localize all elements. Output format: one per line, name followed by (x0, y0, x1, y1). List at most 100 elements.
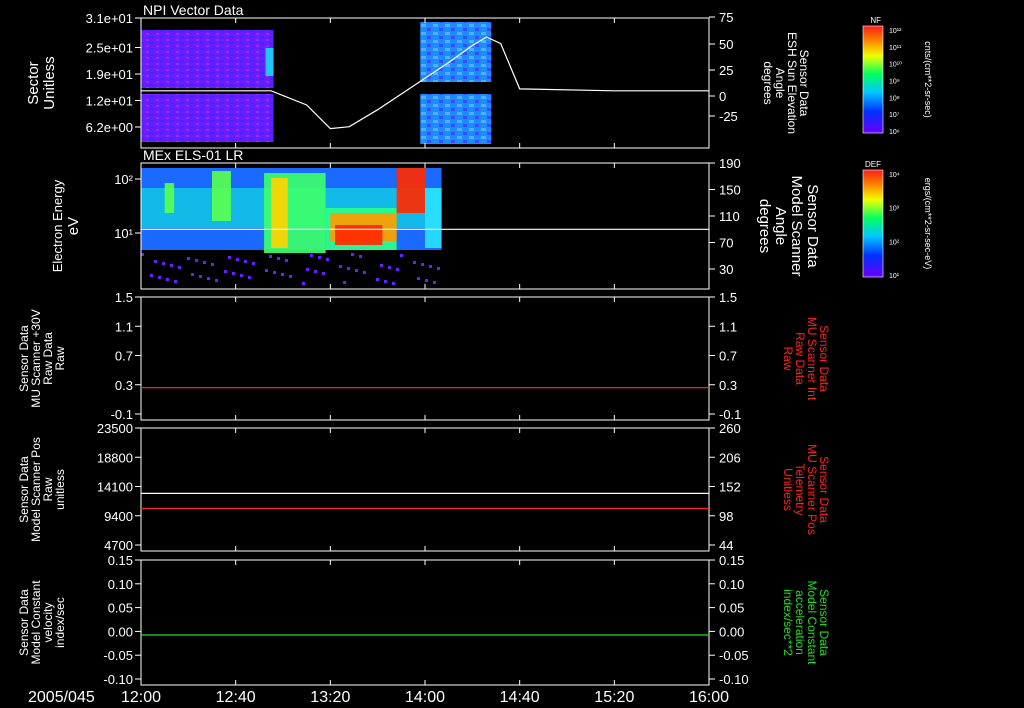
right-tick-label: 206 (719, 450, 741, 465)
right-tick-label: 30 (719, 262, 733, 277)
spectrogram-dot (413, 261, 416, 264)
spectrogram-dot (310, 254, 313, 257)
left-tick-label: 6.2e+00 (86, 120, 133, 135)
colorbar-tick-label: 10⁹ (889, 79, 900, 86)
spectrogram-dot (302, 282, 305, 285)
spectrogram-dot (269, 255, 272, 258)
plot-frame (140, 296, 710, 421)
spectrogram-dot (380, 264, 383, 267)
time-tick-label: 12:00 (121, 689, 161, 706)
spectrogram-dot (322, 272, 325, 275)
right-axis-label: Sensor Data (804, 184, 821, 268)
left-tick-label: 23500 (97, 421, 133, 436)
spectrogram-dot (376, 278, 379, 281)
data-block (420, 22, 492, 82)
right-axis-label: Angle (772, 207, 789, 245)
right-tick-label: 75 (719, 10, 733, 25)
spectrogram-dot (199, 275, 202, 278)
plot-stage: 3.1e+01 2.5e+01 1.9e+01 1.2e+01 6.2e+00 75 50 2… (17, 2, 933, 706)
left-tick-label: 0.15 (108, 553, 133, 568)
spectrogram-dot (240, 274, 243, 277)
spectrogram-dot (195, 259, 198, 262)
spectrogram-dot (178, 266, 181, 269)
time-tick-label: 13:20 (310, 689, 350, 706)
left-tick-label: 1.9e+01 (86, 67, 133, 82)
panel-4: 235001880014100940047002602061529844Sens… (17, 421, 831, 553)
right-axis-label: degrees (756, 199, 773, 253)
spectrogram-dot (203, 261, 206, 264)
spectrogram-dot (318, 256, 321, 259)
spectrogram-dot (154, 260, 157, 263)
spectrogram-dot (437, 267, 440, 270)
left-tick-label: 1.1 (115, 319, 133, 334)
colorbar-tick-label: 10⁷ (889, 112, 900, 119)
right-tick-label: 25 (719, 63, 733, 78)
data-gap (420, 82, 492, 94)
spectrogram-dot (244, 260, 247, 263)
right-tick-label: 98 (719, 509, 733, 524)
data-block (141, 30, 274, 88)
right-tick-label: 44 (719, 538, 733, 553)
data-block (141, 94, 274, 142)
right-tick-label: 0 (719, 89, 726, 104)
left-tick-label: 1.5 (115, 290, 133, 305)
spectrogram-dot (355, 269, 358, 272)
colorbar-nf: NF 10¹² 10¹¹ 10¹⁰ 10⁹ 10⁸ 10⁷ 10⁶ cnts/(cm**2-sr… (862, 16, 933, 136)
spectrogram-dot (433, 281, 436, 284)
colorbar-label: NF (870, 16, 881, 25)
left-tick-label: 3.1e+01 (86, 11, 133, 26)
spectrogram-dot (211, 263, 214, 266)
spectrogram-patch (164, 183, 175, 213)
right-tick-label: 150 (719, 183, 741, 198)
colorbar-tick-label: 10¹⁰ (889, 61, 902, 69)
panel-2: 10² 10¹ 190 150 110 70 30 MEx ELS-01 LR Electron… (50, 147, 821, 290)
spectrogram-dot (343, 281, 346, 284)
left-tick-label: 10¹ (114, 226, 133, 241)
colorbar-tick-label: 10¹² (889, 28, 902, 35)
right-tick-label: 0.3 (719, 378, 737, 393)
colorbar-tick-label: 10⁴ (889, 172, 900, 179)
left-axis-label: Raw (53, 346, 67, 370)
right-tick-label: -0.10 (719, 672, 749, 687)
spectrogram-dot (236, 258, 239, 261)
right-tick-label: 1.5 (719, 290, 737, 305)
spectrogram-dot (281, 273, 284, 276)
colorbar-tick-label: 10² (889, 239, 900, 246)
spectrogram-dot (187, 257, 190, 260)
right-axis-label: index/sec**2 (781, 589, 795, 656)
plot-frame (140, 427, 710, 552)
colorbar-label: DEF (865, 160, 881, 169)
left-axis-label: unitless (53, 469, 67, 510)
left-tick-label: -0.1 (111, 407, 133, 422)
spectrogram-dot (285, 259, 288, 262)
date-label: 2005/045 (28, 689, 95, 706)
right-tick-label: 110 (719, 209, 740, 224)
time-tick-label: 14:00 (405, 689, 445, 706)
right-tick-label: 70 (719, 236, 733, 251)
data-block-edge (265, 48, 274, 76)
panel-title: NPI Vector Data (143, 2, 244, 18)
spectrogram-dot (228, 256, 231, 259)
spectrogram-dot (396, 268, 399, 271)
left-tick-label: 4700 (104, 538, 133, 553)
colorbar-unit-label: ergs/(cm**2-sr-sec-eV) (923, 178, 933, 270)
spectrogram-dot (339, 265, 342, 268)
spectrogram-dot (150, 274, 153, 277)
colorbar-tick-label: 10⁶ (889, 129, 900, 136)
left-tick-label: 14100 (97, 480, 133, 495)
spectrogram-dot (224, 270, 227, 273)
spectrogram-dot (248, 276, 251, 279)
spectrogram-patch (212, 171, 231, 221)
right-tick-label: -25 (719, 109, 738, 124)
time-tick-label: 14:40 (500, 689, 540, 706)
spectrogram-dot (351, 253, 354, 256)
panel-3: 1.51.10.70.3-0.11.51.10.70.3-0.1Sensor D… (17, 290, 831, 422)
spectrogram-dot (400, 254, 403, 257)
panel-title: MEx ELS-01 LR (143, 147, 243, 163)
left-tick-label: 0.7 (115, 349, 133, 364)
time-tick-label: 15:20 (594, 689, 634, 706)
spectrogram-dot (158, 276, 161, 279)
left-tick-label: -0.05 (103, 648, 133, 663)
right-tick-label: 152 (719, 480, 741, 495)
colorbar-unit-label: cnts/(cm**2-sr-sec) (923, 41, 933, 118)
